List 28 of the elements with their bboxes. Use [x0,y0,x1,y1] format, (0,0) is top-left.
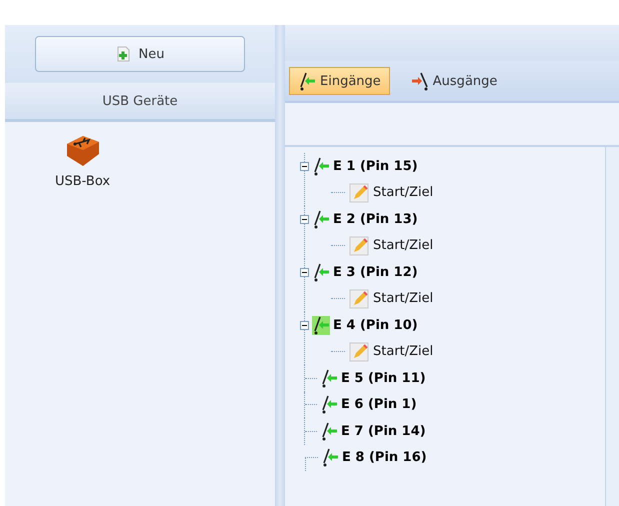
collapse-icon[interactable] [300,214,309,224]
pencil-icon [349,342,369,362]
new-document-icon [116,46,131,62]
collapse-icon[interactable] [300,268,309,277]
tree-item[interactable]: E 7 (Pin 14) [341,424,426,439]
tree-item[interactable]: Start/Ziel [373,185,434,200]
pencil-icon [349,182,369,203]
tree-item[interactable]: E 4 (Pin 10) [333,318,418,333]
pencil-icon [349,288,369,309]
tree-item[interactable]: Start/Ziel [373,238,434,254]
tree-item[interactable]: Start/Ziel [373,291,434,306]
tree-item[interactable]: E 1 (Pin 15) [333,158,418,174]
tree-item[interactable]: E 2 (Pin 13) [333,212,418,227]
tree-item[interactable]: E 6 (Pin 1) [341,397,417,412]
pencil-icon [349,236,369,256]
tree-item[interactable]: E 3 (Pin 12) [333,264,418,280]
device-item[interactable]: USB-Box [53,130,112,191]
tab[interactable]: Eingänge [289,67,390,95]
tree-item[interactable]: E 5 (Pin 11) [341,370,426,386]
tree-item[interactable]: E 8 (Pin 16) [342,450,427,466]
tab[interactable]: Ausgänge [402,67,506,95]
collapse-icon[interactable] [300,320,309,330]
output-switch-icon [410,72,429,90]
new-button[interactable]: Neu [35,36,245,72]
input-switch-icon [298,72,316,90]
collapse-icon[interactable] [300,162,309,171]
tree-item[interactable]: Start/Ziel [373,344,434,360]
panel-header: USB Geräte [5,83,275,122]
